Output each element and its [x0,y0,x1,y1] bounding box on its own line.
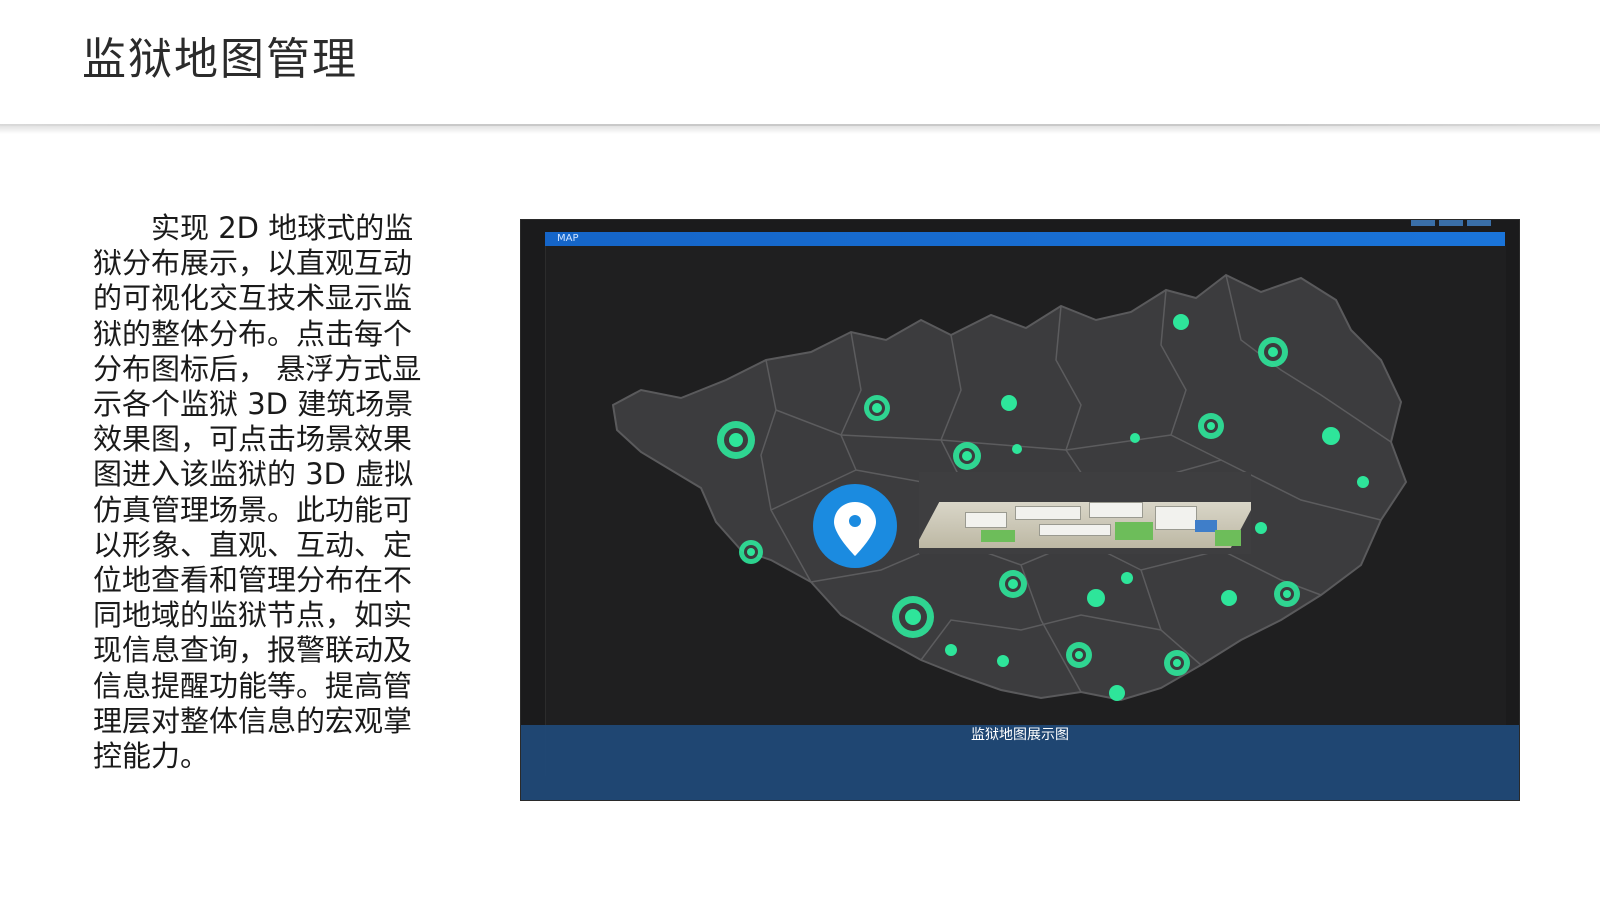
prison-node-marker [739,540,763,564]
prison-node-marker [953,442,981,470]
prison-node-marker [1173,314,1189,330]
prison-node-marker [1357,476,1369,488]
prison-node-marker [1198,413,1224,439]
prison-node-marker [1255,522,1267,534]
description-text: 实现 2D 地球式的监狱分布展示，以直观互动的可视化交互技术显示监狱的整体分布。… [93,211,422,774]
prison-node-marker [1258,337,1288,367]
title-divider [0,124,1600,134]
prison-node-marker [1274,581,1300,607]
prison-node-marker [892,596,934,638]
map-caption: 监狱地图展示图 [971,727,1069,743]
prison-node-marker [1066,642,1092,668]
prison-node-marker [1012,444,1022,454]
prison-node-marker [1164,650,1190,676]
prison-node-marker [1121,572,1133,584]
caption-band: 监狱地图展示图 [521,725,1519,800]
map-panel: MAP 监狱地图展示图 [520,219,1520,801]
prison-node-marker [1221,590,1237,606]
prison-node-marker [1322,427,1340,445]
prison-node-marker [945,644,957,656]
prison-node-marker [864,395,890,421]
prison-node-marker [1087,589,1105,607]
3d-building-scene[interactable] [919,472,1251,554]
prison-node-marker [1130,433,1140,443]
prison-node-marker [997,655,1009,667]
prison-node-marker [717,421,755,459]
slide-title: 监狱地图管理 [82,34,358,85]
location-pin-icon [813,484,897,568]
prison-node-marker [1109,685,1125,701]
prison-node-marker [999,570,1027,598]
prison-node-marker [1001,395,1017,411]
